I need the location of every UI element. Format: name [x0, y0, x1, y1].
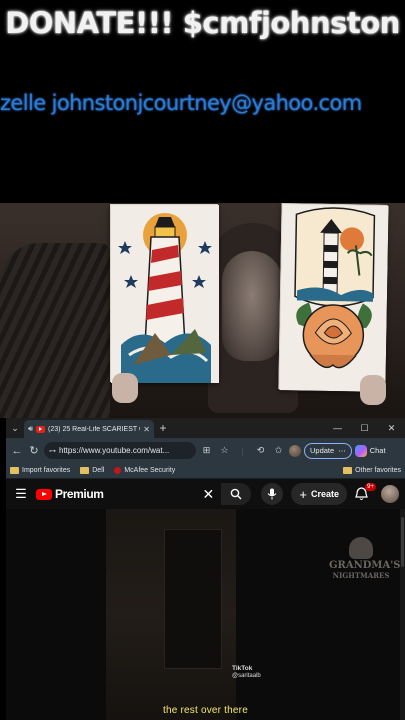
more-icon: ⋯ [338, 446, 346, 455]
url-text: https://www.youtube.com/wat... [59, 446, 170, 455]
youtube-play-icon [36, 488, 52, 500]
favorite-mcafee[interactable]: McAfee Security [114, 467, 175, 474]
zelle-banner: zelle johnstonjcourtney@yahoo.com [0, 91, 362, 115]
refresh-icon[interactable]: ↻ [27, 444, 41, 457]
tiktok-handle: @saritaalb [232, 673, 261, 679]
voice-search-button[interactable] [261, 483, 284, 505]
new-tab-icon[interactable]: + [154, 421, 172, 435]
app-available-icon[interactable]: ⊞ [199, 445, 214, 456]
favorites-icon[interactable]: ✩ [271, 445, 286, 456]
clear-search-icon[interactable]: ✕ [199, 486, 217, 503]
microphone-icon [268, 488, 277, 500]
tab-title: (23) 25 Real-Life SCARIEST Gh [48, 425, 141, 433]
tattoo-card-lighthouse [110, 204, 219, 383]
window-controls: — ☐ ✕ [324, 423, 405, 434]
mcafee-icon [114, 467, 122, 474]
maximize-icon[interactable]: ☐ [351, 423, 378, 434]
video-doorway [164, 529, 222, 669]
favorite-label: Dell [92, 467, 105, 474]
video-subtitle: the rest over there [163, 705, 248, 716]
youtube-favicon-icon [36, 425, 46, 433]
notifications-button[interactable]: 9+ [351, 483, 376, 504]
folder-icon [343, 467, 353, 474]
favorite-import[interactable]: Import favorites [10, 467, 70, 474]
favorite-label: Import favorites [22, 467, 71, 474]
tiktok-label: TikTok [232, 665, 253, 672]
extensions-icon[interactable]: ⟲ [253, 445, 268, 456]
plus-icon: + [299, 486, 307, 502]
video-player[interactable]: GRANDMA'S NIGHTMARES TikTok @saritaalb t… [6, 509, 405, 720]
url-field[interactable]: ⊶ https://www.youtube.com/wat... [44, 442, 196, 459]
other-favorites-label: Other favorites [355, 467, 401, 474]
search-button[interactable] [221, 483, 252, 505]
favorite-star-icon[interactable]: ☆ [217, 445, 232, 456]
other-favorites[interactable]: Other favorites [343, 467, 401, 474]
copilot-chat-button[interactable]: Chat [354, 444, 386, 457]
scrollbar-thumb[interactable] [401, 517, 404, 567]
speaker-icon[interactable]: 🔊︎ [28, 424, 33, 434]
tab-strip: ⌄ 🔊︎ (23) 25 Real-Life SCARIEST Gh ✕ + —… [6, 418, 405, 438]
right-hand [360, 375, 386, 405]
background-fabric [0, 243, 110, 418]
skull-logo-icon [349, 537, 373, 559]
folder-icon [10, 467, 19, 474]
site-info-icon[interactable]: ⊶ [49, 447, 56, 455]
lighthouse-tattoo-icon [111, 205, 219, 383]
favorites-bar: Import favorites Dell McAfee Security Ot… [6, 463, 405, 479]
page-scrollbar[interactable] [400, 509, 405, 720]
tiktok-watermark: TikTok @saritaalb [232, 665, 261, 680]
profile-avatar[interactable] [289, 444, 301, 457]
channel-watermark: GRANDMA'S NIGHTMARES [329, 537, 401, 581]
account-avatar[interactable] [381, 485, 399, 503]
copilot-icon [354, 444, 367, 457]
favorite-label: McAfee Security [124, 467, 176, 474]
donate-banner: DONATE!!! $cmfjohnston [5, 6, 400, 40]
youtube-premium-logo[interactable]: Premium [36, 487, 104, 501]
search-icon [231, 488, 242, 500]
rose-tattoo-icon [279, 204, 389, 392]
update-label: Update [310, 446, 335, 455]
search-group: ✕ + Create 9+ [199, 483, 399, 505]
youtube-header: ☰ Premium ✕ + Create 9+ [6, 479, 405, 509]
window-close-icon[interactable]: ✕ [378, 423, 405, 434]
webcam-feed [0, 203, 405, 418]
create-label: Create [310, 489, 339, 499]
update-button[interactable]: Update ⋯ [304, 442, 352, 459]
tattoo-card-rose [278, 203, 389, 392]
watermark-line1: GRANDMA'S [329, 560, 401, 571]
minimize-icon[interactable]: — [324, 423, 351, 434]
tab-actions-icon[interactable]: ⌄ [6, 423, 24, 434]
back-icon[interactable]: ← [10, 445, 24, 457]
logo-text: Premium [55, 487, 104, 501]
person-face [222, 251, 282, 361]
create-button[interactable]: + Create [291, 483, 347, 505]
folder-icon [80, 467, 90, 474]
close-icon[interactable]: ✕ [143, 425, 150, 434]
notification-badge: 9+ [365, 483, 376, 491]
chat-label: Chat [369, 446, 386, 455]
left-hand [112, 373, 138, 403]
tab-youtube[interactable]: 🔊︎ (23) 25 Real-Life SCARIEST Gh ✕ [24, 420, 154, 438]
watermark-line2: NIGHTMARES [332, 571, 390, 580]
favorite-dell[interactable]: Dell [80, 467, 104, 474]
divider-icon: | [241, 445, 244, 456]
menu-icon[interactable]: ☰ [12, 486, 30, 502]
browser-window: ⌄ 🔊︎ (23) 25 Real-Life SCARIEST Gh ✕ + —… [6, 418, 405, 720]
address-bar-row: ← ↻ ⊶ https://www.youtube.com/wat... ⊞ ☆… [6, 438, 405, 463]
